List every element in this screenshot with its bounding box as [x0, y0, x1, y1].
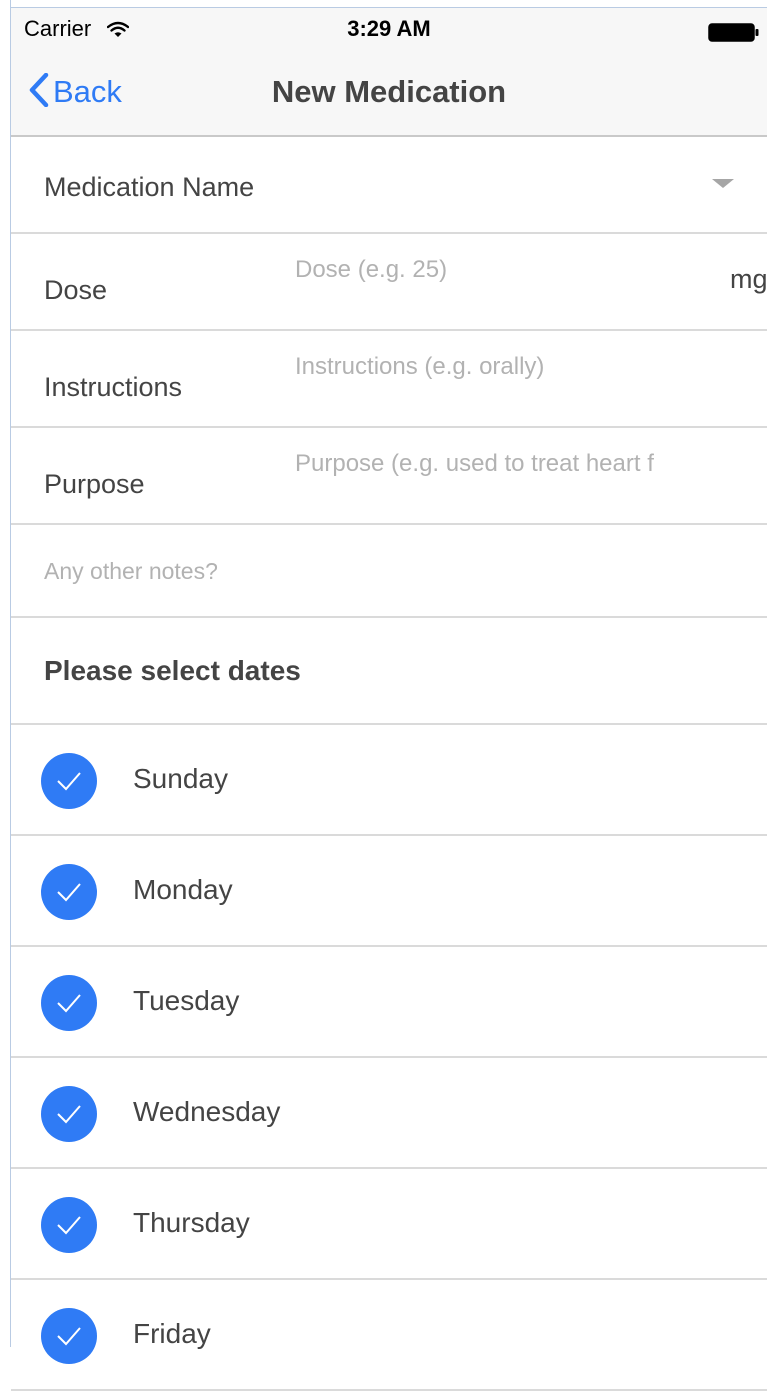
day-label: Tuesday: [133, 985, 240, 1016]
instructions-input[interactable]: [295, 347, 725, 387]
checkmark-icon[interactable]: [41, 1197, 97, 1253]
dose-input[interactable]: [295, 250, 725, 290]
day-label: Wednesday: [133, 1096, 281, 1127]
instructions-row: Instructions: [11, 331, 767, 428]
dates-section-header: Please select dates: [11, 618, 767, 725]
battery-icon: [708, 23, 760, 42]
instructions-label: Instructions: [44, 372, 183, 402]
day-row-monday[interactable]: Monday: [11, 836, 767, 947]
day-row-friday[interactable]: Friday: [11, 1280, 767, 1391]
medication-name-label: Medication Name: [44, 172, 255, 202]
notes-input[interactable]: [44, 553, 724, 589]
purpose-label: Purpose: [44, 469, 145, 499]
checkmark-icon[interactable]: [41, 975, 97, 1031]
notes-row: [11, 525, 767, 618]
purpose-row: Purpose: [11, 428, 767, 525]
day-label: Friday: [133, 1318, 211, 1349]
day-row-tuesday[interactable]: Tuesday: [11, 947, 767, 1058]
dose-unit: mg: [730, 264, 767, 294]
purpose-input[interactable]: [295, 444, 725, 484]
day-row-sunday[interactable]: Sunday: [11, 725, 767, 836]
clock: 3:29 AM: [347, 16, 431, 41]
section-title: Please select dates: [44, 655, 301, 686]
page-title: New Medication: [271, 74, 507, 109]
day-row-wednesday[interactable]: Wednesday: [11, 1058, 767, 1169]
dose-label: Dose: [44, 275, 108, 305]
day-label: Sunday: [133, 763, 228, 794]
medication-form: Medication Name Dose mg Instructions Pur…: [11, 137, 767, 1391]
checkmark-icon[interactable]: [41, 753, 97, 809]
day-label: Monday: [133, 874, 233, 905]
status-bar: Carrier 3:29 AM: [11, 8, 767, 48]
dropdown-caret-icon: [712, 179, 734, 188]
checkmark-icon[interactable]: [41, 864, 97, 920]
checkmark-icon[interactable]: [41, 1308, 97, 1364]
dose-row: Dose mg: [11, 234, 767, 331]
day-label: Thursday: [133, 1207, 250, 1238]
medication-name-select[interactable]: Medication Name: [11, 137, 767, 234]
checkmark-icon[interactable]: [41, 1086, 97, 1142]
navigation-bar: Back New Medication: [11, 48, 767, 137]
day-row-thursday[interactable]: Thursday: [11, 1169, 767, 1280]
